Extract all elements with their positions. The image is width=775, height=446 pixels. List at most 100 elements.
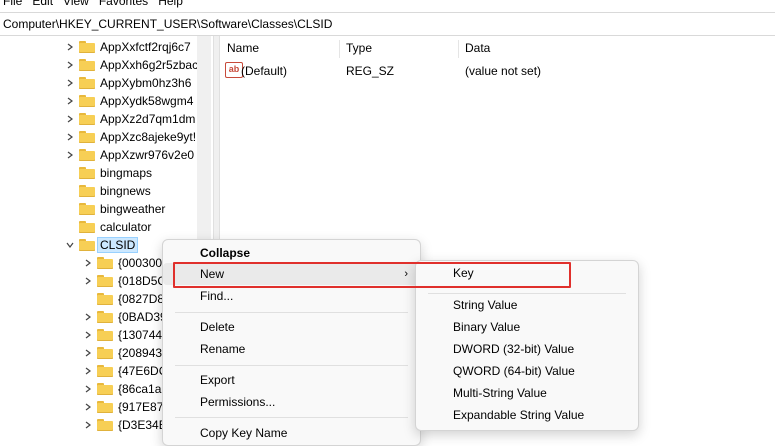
chevron-down-icon[interactable] <box>65 236 75 254</box>
tree-item[interactable]: AppXxfctf2rqj6c7 <box>65 38 191 56</box>
tree-item-clsid[interactable]: CLSID <box>65 236 139 254</box>
tree-item-label: AppXzc8ajeke9yt! <box>100 130 197 144</box>
folder-icon <box>79 41 95 53</box>
chevron-right-icon[interactable] <box>83 344 93 362</box>
tree-child-item[interactable]: {208943 <box>83 344 162 362</box>
tree-item-label: {D3E34B <box>118 418 167 432</box>
tree-item-label: {000300 <box>118 256 163 270</box>
chevron-right-icon[interactable] <box>83 326 93 344</box>
menu-item-find[interactable]: Find... <box>163 285 420 307</box>
tree-item[interactable]: bingmaps <box>65 164 152 182</box>
folder-icon <box>79 239 95 251</box>
tree-item-label: {47E6DC <box>118 364 168 378</box>
column-header-name[interactable]: Name <box>227 41 259 55</box>
folder-icon <box>79 131 95 143</box>
chevron-right-icon[interactable] <box>65 92 75 110</box>
tree-item-label: {917E87 <box>118 400 164 414</box>
tree-child-item[interactable]: {130744 <box>83 326 162 344</box>
tree-child-item[interactable]: {000300 <box>83 254 162 272</box>
folder-icon <box>79 185 95 197</box>
menu-file[interactable]: File <box>0 0 27 8</box>
menu-help[interactable]: Help <box>153 0 188 8</box>
folder-icon <box>97 275 113 287</box>
menu-separator <box>175 417 408 418</box>
chevron-right-icon[interactable] <box>83 380 93 398</box>
folder-icon <box>79 113 95 125</box>
tree-item-label: calculator <box>100 220 152 234</box>
tree-child-item[interactable]: {47E6DC <box>83 362 167 380</box>
tree-child-item[interactable]: {D3E34B <box>83 416 167 434</box>
chevron-right-icon[interactable] <box>65 74 75 92</box>
tree-item[interactable]: bingweather <box>65 200 165 218</box>
submenu-item-multi-string-value[interactable]: Multi-String Value <box>416 382 638 404</box>
chevron-right-icon[interactable] <box>83 362 93 380</box>
folder-icon <box>97 257 113 269</box>
submenu-item-string-value[interactable]: String Value <box>416 294 638 316</box>
tree-item[interactable]: bingnews <box>65 182 151 200</box>
menu-item-collapse[interactable]: Collapse <box>163 242 420 264</box>
submenu-item-qword-value[interactable]: QWORD (64-bit) Value <box>416 360 638 382</box>
tree-item[interactable]: AppXzwr976v2e0 <box>65 146 194 164</box>
tree-item[interactable]: AppXzc8ajeke9yt! <box>65 128 196 146</box>
tree-item-label: AppXybm0hz3h6 <box>100 76 192 90</box>
tree-item[interactable]: AppXybm0hz3h6 <box>65 74 191 92</box>
folder-icon <box>79 59 95 71</box>
address-bar[interactable]: Computer\HKEY_CURRENT_USER\Software\Clas… <box>0 12 775 36</box>
list-row[interactable]: ab (Default) REG_SZ (value not set) <box>219 61 775 81</box>
tree-item-label: bingweather <box>100 202 166 216</box>
tree-item-label: {0827D8 <box>118 292 165 306</box>
menu-favorites[interactable]: Favorites <box>94 0 153 8</box>
tree-child-item[interactable]: {018D5C <box>83 272 166 290</box>
tree-item-label: {018D5C <box>118 274 167 288</box>
chevron-right-icon[interactable] <box>83 254 93 272</box>
menu-item-permissions[interactable]: Permissions... <box>163 391 420 413</box>
tree-item-label: AppXz2d7qm1dm <box>100 112 196 126</box>
menu-view[interactable]: View <box>58 0 94 8</box>
value-type: REG_SZ <box>346 64 395 78</box>
menu-item-delete[interactable]: Delete <box>163 316 420 338</box>
folder-icon <box>97 311 113 323</box>
menu-item-export[interactable]: Export <box>163 369 420 391</box>
menu-item-rename[interactable]: Rename <box>163 338 420 360</box>
tree-child-item[interactable]: {0827D8 <box>83 290 164 308</box>
folder-icon <box>97 401 113 413</box>
menu-item-copy-key-name[interactable]: Copy Key Name <box>163 422 420 444</box>
folder-icon <box>79 77 95 89</box>
tree-item-label: bingnews <box>100 184 151 198</box>
list-header: Name Type Data <box>219 36 775 60</box>
chevron-right-icon[interactable] <box>65 110 75 128</box>
column-divider[interactable] <box>339 40 340 58</box>
chevron-right-icon[interactable] <box>83 416 93 434</box>
folder-icon <box>79 95 95 107</box>
folder-icon <box>97 419 113 431</box>
submenu-item-expandable-string-value[interactable]: Expandable String Value <box>416 404 638 426</box>
tree-item[interactable]: calculator <box>65 218 151 236</box>
column-header-data[interactable]: Data <box>465 41 490 55</box>
menu-edit[interactable]: Edit <box>27 0 58 8</box>
chevron-right-icon[interactable] <box>65 56 75 74</box>
tree-item-label: AppXydk58wgm4 <box>100 94 194 108</box>
submenu-item-binary-value[interactable]: Binary Value <box>416 316 638 338</box>
tree-item[interactable]: AppXxh6g2r5zbac <box>65 56 198 74</box>
submenu-item-dword-value[interactable]: DWORD (32-bit) Value <box>416 338 638 360</box>
tree-item-label: AppXxfctf2rqj6c7 <box>100 40 191 54</box>
menu-separator <box>175 365 408 366</box>
column-header-type[interactable]: Type <box>346 41 372 55</box>
column-divider[interactable] <box>458 40 459 58</box>
folder-icon <box>97 293 113 305</box>
tree-item-label: {130744 <box>118 328 163 342</box>
chevron-right-icon[interactable] <box>65 38 75 56</box>
chevron-right-icon[interactable] <box>65 146 75 164</box>
chevron-right-icon[interactable] <box>65 128 75 146</box>
tree-child-item[interactable]: {0BAD39 <box>83 308 167 326</box>
chevron-right-icon[interactable] <box>83 272 93 290</box>
folder-icon <box>79 167 95 179</box>
tree-item[interactable]: AppXydk58wgm4 <box>65 92 193 110</box>
tree-child-item[interactable]: {917E87 <box>83 398 163 416</box>
chevron-right-icon[interactable] <box>83 398 93 416</box>
tree-item[interactable]: AppXz2d7qm1dm <box>65 110 195 128</box>
tree-child-item[interactable]: {86ca1a <box>83 380 161 398</box>
address-text[interactable]: Computer\HKEY_CURRENT_USER\Software\Clas… <box>0 17 332 31</box>
folder-icon <box>97 329 113 341</box>
chevron-right-icon[interactable] <box>83 308 93 326</box>
